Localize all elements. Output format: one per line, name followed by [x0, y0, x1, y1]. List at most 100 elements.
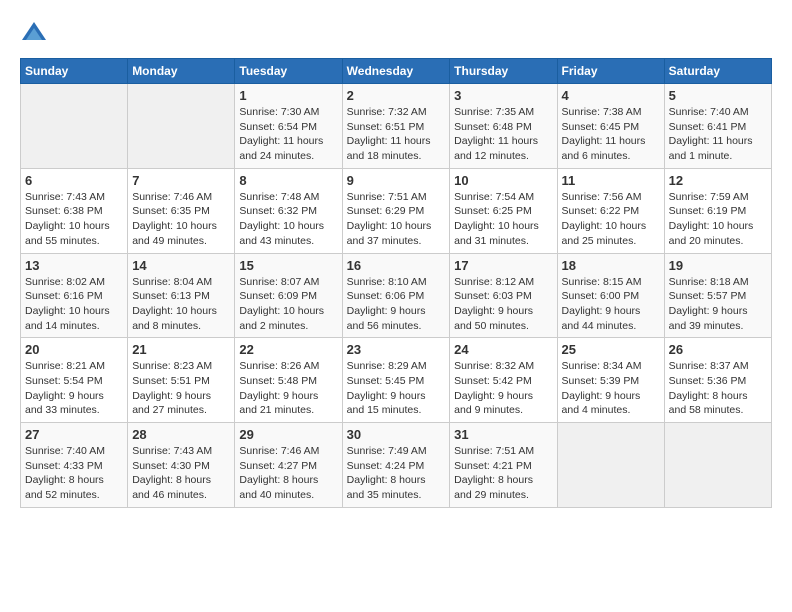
calendar-week-row: 6 Sunrise: 7:43 AMSunset: 6:38 PMDaylight…: [21, 168, 772, 253]
day-content: Sunrise: 8:15 AMSunset: 6:00 PMDaylight:…: [562, 275, 660, 334]
day-content: Sunrise: 8:04 AMSunset: 6:13 PMDaylight:…: [132, 275, 230, 334]
calendar-day-cell: 19Sunrise: 8:18 AMSunset: 5:57 PMDayligh…: [664, 253, 771, 338]
day-number: 15: [239, 258, 337, 273]
day-content: Sunrise: 7:49 AMSunset: 4:24 PMDaylight:…: [347, 444, 446, 503]
day-number: 1: [239, 88, 337, 103]
calendar-day-cell: 30 Sunrise: 7:49 AMSunset: 4:24 PMDayligh…: [342, 423, 450, 508]
day-content: Sunrise: 7:46 AMSunset: 4:27 PMDaylight:…: [239, 444, 337, 503]
calendar-day-cell: 24Sunrise: 8:32 AMSunset: 5:42 PMDayligh…: [450, 338, 557, 423]
day-number: 2: [347, 88, 446, 103]
weekday-header: Monday: [128, 59, 235, 84]
calendar-day-cell: 2 Sunrise: 7:32 AMSunset: 6:51 PMDaylight…: [342, 84, 450, 169]
day-number: 29: [239, 427, 337, 442]
day-content: Sunrise: 7:30 AMSunset: 6:54 PMDaylight:…: [239, 105, 337, 164]
day-content: Sunrise: 8:18 AMSunset: 5:57 PMDaylight:…: [669, 275, 767, 334]
day-content: Sunrise: 7:48 AMSunset: 6:32 PMDaylight:…: [239, 190, 337, 249]
calendar-day-cell: 31 Sunrise: 7:51 AMSunset: 4:21 PMDayligh…: [450, 423, 557, 508]
day-content: Sunrise: 8:07 AMSunset: 6:09 PMDaylight:…: [239, 275, 337, 334]
calendar-day-cell: 4Sunrise: 7:38 AMSunset: 6:45 PMDaylight…: [557, 84, 664, 169]
day-number: 22: [239, 342, 337, 357]
calendar-body: 1 Sunrise: 7:30 AMSunset: 6:54 PMDaylight…: [21, 84, 772, 508]
calendar-day-cell: 12Sunrise: 7:59 AMSunset: 6:19 PMDayligh…: [664, 168, 771, 253]
calendar-day-cell: [664, 423, 771, 508]
day-content: Sunrise: 8:12 AMSunset: 6:03 PMDaylight:…: [454, 275, 552, 334]
day-content: Sunrise: 7:43 AMSunset: 6:38 PMDaylight:…: [25, 190, 123, 249]
calendar-day-cell: 9 Sunrise: 7:51 AMSunset: 6:29 PMDaylight…: [342, 168, 450, 253]
calendar-week-row: 13 Sunrise: 8:02 AMSunset: 6:16 PMDayligh…: [21, 253, 772, 338]
calendar-day-cell: [128, 84, 235, 169]
calendar-day-cell: 21 Sunrise: 8:23 AMSunset: 5:51 PMDayligh…: [128, 338, 235, 423]
day-number: 10: [454, 173, 552, 188]
day-content: Sunrise: 7:54 AMSunset: 6:25 PMDaylight:…: [454, 190, 552, 249]
day-number: 11: [562, 173, 660, 188]
day-content: Sunrise: 7:40 AMSunset: 6:41 PMDaylight:…: [669, 105, 767, 164]
calendar-day-cell: 23 Sunrise: 8:29 AMSunset: 5:45 PMDayligh…: [342, 338, 450, 423]
logo: [20, 20, 52, 48]
day-content: Sunrise: 7:51 AMSunset: 6:29 PMDaylight:…: [347, 190, 446, 249]
calendar-day-cell: 18 Sunrise: 8:15 AMSunset: 6:00 PMDayligh…: [557, 253, 664, 338]
day-number: 5: [669, 88, 767, 103]
day-content: Sunrise: 8:23 AMSunset: 5:51 PMDaylight:…: [132, 359, 230, 418]
day-number: 7: [132, 173, 230, 188]
calendar-day-cell: [557, 423, 664, 508]
day-number: 6: [25, 173, 123, 188]
day-content: Sunrise: 8:26 AMSunset: 5:48 PMDaylight:…: [239, 359, 337, 418]
day-number: 9: [347, 173, 446, 188]
day-number: 16: [347, 258, 446, 273]
day-number: 27: [25, 427, 123, 442]
day-number: 24: [454, 342, 552, 357]
weekday-row: SundayMondayTuesdayWednesdayThursdayFrid…: [21, 59, 772, 84]
day-content: Sunrise: 7:40 AMSunset: 4:33 PMDaylight:…: [25, 444, 123, 503]
calendar-day-cell: 29 Sunrise: 7:46 AMSunset: 4:27 PMDayligh…: [235, 423, 342, 508]
day-number: 31: [454, 427, 552, 442]
day-number: 18: [562, 258, 660, 273]
calendar-day-cell: 8 Sunrise: 7:48 AMSunset: 6:32 PMDaylight…: [235, 168, 342, 253]
day-number: 8: [239, 173, 337, 188]
calendar-day-cell: 16 Sunrise: 8:10 AMSunset: 6:06 PMDayligh…: [342, 253, 450, 338]
calendar-day-cell: 7 Sunrise: 7:46 AMSunset: 6:35 PMDaylight…: [128, 168, 235, 253]
calendar-day-cell: 25Sunrise: 8:34 AMSunset: 5:39 PMDayligh…: [557, 338, 664, 423]
day-number: 13: [25, 258, 123, 273]
weekday-header: Friday: [557, 59, 664, 84]
day-number: 4: [562, 88, 660, 103]
page-header: [20, 20, 772, 48]
weekday-header: Saturday: [664, 59, 771, 84]
day-number: 23: [347, 342, 446, 357]
calendar-day-cell: 1 Sunrise: 7:30 AMSunset: 6:54 PMDaylight…: [235, 84, 342, 169]
calendar-day-cell: 22 Sunrise: 8:26 AMSunset: 5:48 PMDayligh…: [235, 338, 342, 423]
weekday-header: Thursday: [450, 59, 557, 84]
calendar-day-cell: 26Sunrise: 8:37 AMSunset: 5:36 PMDayligh…: [664, 338, 771, 423]
calendar-day-cell: 14 Sunrise: 8:04 AMSunset: 6:13 PMDayligh…: [128, 253, 235, 338]
weekday-header: Sunday: [21, 59, 128, 84]
day-content: Sunrise: 7:32 AMSunset: 6:51 PMDaylight:…: [347, 105, 446, 164]
day-content: Sunrise: 7:51 AMSunset: 4:21 PMDaylight:…: [454, 444, 552, 503]
day-number: 3: [454, 88, 552, 103]
day-number: 30: [347, 427, 446, 442]
calendar-day-cell: 13 Sunrise: 8:02 AMSunset: 6:16 PMDayligh…: [21, 253, 128, 338]
calendar-day-cell: 11 Sunrise: 7:56 AMSunset: 6:22 PMDayligh…: [557, 168, 664, 253]
day-number: 17: [454, 258, 552, 273]
calendar-table: SundayMondayTuesdayWednesdayThursdayFrid…: [20, 58, 772, 508]
day-content: Sunrise: 7:46 AMSunset: 6:35 PMDaylight:…: [132, 190, 230, 249]
day-number: 14: [132, 258, 230, 273]
weekday-header: Tuesday: [235, 59, 342, 84]
weekday-header: Wednesday: [342, 59, 450, 84]
day-content: Sunrise: 8:21 AMSunset: 5:54 PMDaylight:…: [25, 359, 123, 418]
calendar-day-cell: [21, 84, 128, 169]
day-content: Sunrise: 7:43 AMSunset: 4:30 PMDaylight:…: [132, 444, 230, 503]
calendar-day-cell: 10 Sunrise: 7:54 AMSunset: 6:25 PMDayligh…: [450, 168, 557, 253]
day-content: Sunrise: 8:37 AMSunset: 5:36 PMDaylight:…: [669, 359, 767, 418]
day-content: Sunrise: 8:02 AMSunset: 6:16 PMDaylight:…: [25, 275, 123, 334]
calendar-day-cell: 27 Sunrise: 7:40 AMSunset: 4:33 PMDayligh…: [21, 423, 128, 508]
day-number: 28: [132, 427, 230, 442]
calendar-week-row: 27 Sunrise: 7:40 AMSunset: 4:33 PMDayligh…: [21, 423, 772, 508]
day-content: Sunrise: 8:10 AMSunset: 6:06 PMDaylight:…: [347, 275, 446, 334]
day-number: 20: [25, 342, 123, 357]
day-content: Sunrise: 7:56 AMSunset: 6:22 PMDaylight:…: [562, 190, 660, 249]
day-content: Sunrise: 8:34 AMSunset: 5:39 PMDaylight:…: [562, 359, 660, 418]
day-number: 21: [132, 342, 230, 357]
logo-icon: [20, 20, 48, 48]
calendar-week-row: 20 Sunrise: 8:21 AMSunset: 5:54 PMDayligh…: [21, 338, 772, 423]
day-content: Sunrise: 8:29 AMSunset: 5:45 PMDaylight:…: [347, 359, 446, 418]
calendar-day-cell: 3Sunrise: 7:35 AMSunset: 6:48 PMDaylight…: [450, 84, 557, 169]
